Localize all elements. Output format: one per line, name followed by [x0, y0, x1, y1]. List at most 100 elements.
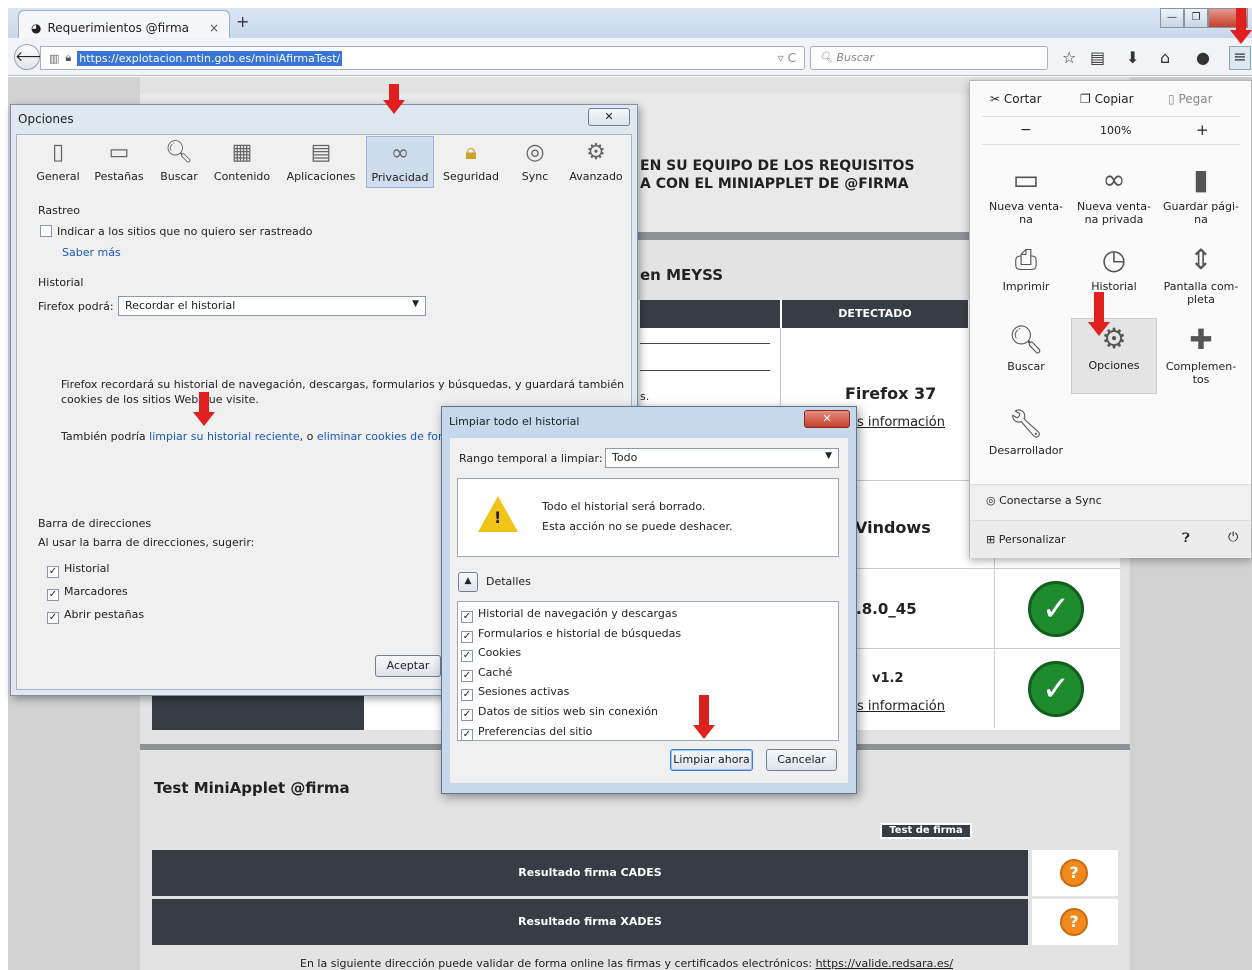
test-sign-button[interactable]: Test de firma [880, 823, 972, 839]
reload-icon[interactable]: ▿ C [778, 51, 804, 65]
item-label: Guardar pági-na [1162, 200, 1240, 226]
checkbox[interactable]: ✓ [461, 708, 473, 721]
checkbox[interactable]: ✓ [461, 650, 473, 663]
item-label: Opciones [1088, 359, 1140, 372]
tab-tabs[interactable]: ▭ Pestañas [92, 136, 146, 188]
developer-item[interactable]: 🔧︎ Desarrollador [983, 404, 1069, 478]
tab-content[interactable]: ▦ Contenido [210, 136, 274, 188]
tab-label: Seguridad [443, 170, 499, 183]
zoom-in-button[interactable]: + [1196, 121, 1209, 139]
library-icon: ▥ [49, 51, 60, 65]
home-icon[interactable]: ⌂ [1160, 48, 1170, 67]
checkbox[interactable]: ✓ [461, 728, 473, 741]
tab-applications[interactable]: ▤ Aplicaciones [284, 136, 358, 188]
paste-button[interactable]: ▯ Pegar [1168, 92, 1213, 106]
printer-icon: ⎙ [1014, 243, 1038, 276]
list-item[interactable]: ✓ Datos de sitios web sin conexión [461, 702, 838, 722]
tab-privacy[interactable]: ∞ Privacidad [366, 136, 434, 188]
suggest-bookmarks-checkbox[interactable]: ✓ Marcadores [47, 585, 128, 601]
sync-icon: ◎ [525, 140, 545, 165]
cancel-button[interactable]: Cancelar [766, 749, 837, 771]
menu-hamburger-icon[interactable]: ≡ [1229, 46, 1251, 70]
fullscreen-item[interactable]: ⇕ Pantalla com-pleta [1158, 240, 1244, 314]
new-window-item[interactable]: ▭ Nueva venta-na [983, 160, 1069, 234]
clear-dialog-close-button[interactable]: ✕ [804, 410, 850, 428]
close-tab-icon[interactable]: × [209, 21, 219, 35]
accept-button[interactable]: Aceptar [375, 655, 441, 677]
find-item[interactable]: 🔍︎ Buscar [983, 320, 1069, 394]
list-item[interactable]: ✓ Preferencias del sitio [461, 722, 838, 742]
details-toggle-button[interactable]: ▲ [458, 572, 478, 592]
checkbox[interactable]: ✓ [461, 611, 473, 623]
list-item[interactable]: ✓ Cookies [461, 643, 838, 663]
tab-security[interactable]: 🔒︎ Seguridad [442, 136, 500, 188]
private-window-item[interactable]: ∞ Nueva venta-na privada [1071, 160, 1157, 234]
cut-button[interactable]: ✂ Cortar [990, 92, 1042, 106]
minimize-button[interactable]: — [1160, 8, 1184, 28]
customize-button[interactable]: ⊞ Personalizar [986, 533, 1066, 546]
range-select[interactable]: Todo ▼ [605, 448, 839, 468]
tab-advanced[interactable]: ⚙ Avanzado [568, 136, 624, 188]
checkbox[interactable]: ✓ [461, 669, 473, 682]
list-item[interactable]: ✓ Formularios e historial de búsquedas [461, 624, 838, 644]
page-icon: ▮ [1193, 163, 1209, 196]
copy-button[interactable]: ❐ Copiar [1080, 92, 1134, 106]
validation-link[interactable]: https://valide.redsara.es/ [816, 957, 954, 970]
url-bar[interactable]: ▥ 🔒︎ https://explotacion.mtin.gob.es/min… [40, 46, 805, 70]
suggest-history-checkbox[interactable]: ✓ Historial [47, 562, 109, 578]
options-close-button[interactable]: ✕ [588, 108, 630, 126]
chat-icon[interactable]: ● [1196, 48, 1210, 67]
clear-now-button[interactable]: Limpiar ahora [670, 749, 753, 771]
list-item[interactable]: ✓ Caché [461, 663, 838, 683]
stub-text: s. [640, 390, 650, 403]
more-info-link[interactable]: s información [857, 699, 945, 714]
options-item[interactable]: ⚙ Opciones [1071, 318, 1157, 394]
checkbox[interactable] [40, 225, 52, 237]
checkbox[interactable]: ✓ [461, 689, 473, 702]
tab-search[interactable]: 🔍︎ Buscar [156, 136, 202, 188]
address-bar-header: Barra de direcciones [38, 517, 152, 530]
item-label: Sesiones activas [478, 685, 570, 699]
list-item[interactable]: ✓ Historial de navegación y descargas [461, 604, 838, 624]
bookmark-star-icon[interactable]: ☆ [1062, 48, 1076, 67]
bookmarks-list-icon[interactable]: ▤ [1090, 48, 1105, 67]
downloads-icon[interactable]: ⬇ [1126, 48, 1139, 67]
back-button[interactable]: 🡐 [14, 44, 53, 70]
addons-item[interactable]: ✚ Complemen-tos [1158, 320, 1244, 394]
zoom-out-button[interactable]: − [1020, 122, 1032, 138]
checkbox[interactable]: ✓ [461, 630, 473, 643]
tracking-checkbox[interactable]: Indicar a los sitios que no quiero ser r… [40, 225, 312, 238]
mask-icon: ∞ [390, 141, 410, 166]
warning-mark: ! [494, 508, 502, 527]
print-item[interactable]: ⎙ Imprimir [983, 240, 1069, 314]
learn-more-link[interactable]: Saber más [62, 246, 121, 259]
history-mode-select[interactable]: Recordar el historial ▼ [118, 296, 426, 316]
tab-sync[interactable]: ◎ Sync [514, 136, 556, 188]
detected-java: .8.0_45 [856, 600, 917, 618]
suggest-tabs-checkbox[interactable]: ✓ Abrir pestañas [47, 608, 144, 624]
tab-label: Privacidad [371, 171, 429, 184]
footer-label: En la siguiente dirección puede validar … [300, 957, 813, 970]
checkbox[interactable]: ✓ [47, 589, 59, 601]
search-input[interactable]: 🔍︎ Buscar [810, 46, 1048, 70]
tab-label: Buscar [160, 170, 198, 183]
zoom-level[interactable]: 100% [1100, 124, 1131, 137]
new-tab-button[interactable]: + [236, 12, 249, 31]
save-page-item[interactable]: ▮ Guardar pági-na [1158, 160, 1244, 234]
checkbox[interactable]: ✓ [47, 566, 59, 578]
url-text[interactable]: https://explotacion.mtin.gob.es/miniAfir… [77, 50, 343, 66]
quit-icon[interactable]: ⏻ [1228, 530, 1238, 545]
history-item[interactable]: ◷ Historial [1071, 240, 1157, 314]
tabs-icon: ▭ [108, 140, 130, 165]
more-info-link[interactable]: s información [857, 415, 945, 430]
help-icon[interactable]: ❓︎ [1182, 531, 1190, 546]
sync-button[interactable]: ◎ Conectarse a Sync [986, 494, 1102, 507]
browser-tab[interactable]: ◕ Requerimientos @firma × [18, 10, 230, 38]
divider [640, 370, 770, 371]
list-item[interactable]: ✓ Sesiones activas [461, 682, 838, 702]
tab-general[interactable]: ▯ General [34, 136, 82, 188]
restore-button[interactable]: ❐ [1184, 8, 1208, 28]
clear-recent-history-link[interactable]: limpiar su historial reciente [149, 430, 299, 443]
checkbox[interactable]: ✓ [47, 612, 59, 624]
cut-label: Cortar [1003, 92, 1042, 106]
